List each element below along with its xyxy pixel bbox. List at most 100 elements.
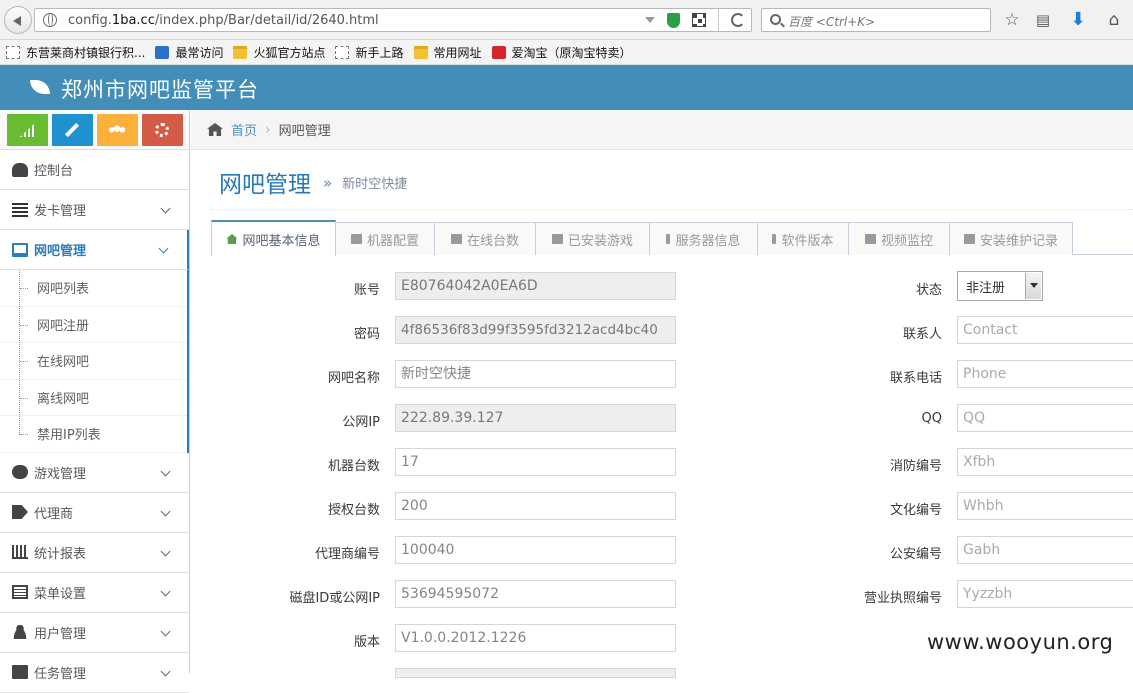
contact-field[interactable]: Contact bbox=[957, 316, 1133, 344]
settings-shortcut-button[interactable] bbox=[142, 114, 183, 146]
signal-icon bbox=[20, 123, 35, 137]
tasks-icon bbox=[12, 665, 28, 679]
sidebar-item-menu-settings[interactable]: 菜单设置 bbox=[0, 572, 189, 613]
bookmark-item[interactable]: 爱淘宝（原淘宝特卖） bbox=[491, 44, 632, 61]
qq-label: QQ bbox=[921, 411, 942, 426]
breadcrumb-separator: › bbox=[265, 121, 271, 138]
sidebar-subitem-banned-ip-list[interactable]: 禁用IP列表 bbox=[0, 416, 187, 453]
sidebar-item-label: 统计报表 bbox=[34, 546, 87, 562]
sidebar-item-user-management[interactable]: 用户管理 bbox=[0, 612, 189, 653]
video-camera-icon bbox=[864, 234, 876, 244]
chevron-down-icon bbox=[160, 203, 171, 214]
browser-toolbar: config.1ba.cc/index.php/Bar/detail/id/26… bbox=[0, 0, 1133, 40]
tab-online-count[interactable]: 在线台数 bbox=[434, 222, 536, 255]
bookmark-item[interactable]: 火狐官方站点 bbox=[233, 44, 325, 61]
next-field[interactable] bbox=[395, 668, 676, 678]
tab-server-info[interactable]: 服务器信息 bbox=[649, 222, 758, 255]
url-text[interactable]: config.1ba.cc/index.php/Bar/detail/id/26… bbox=[68, 13, 379, 28]
tab-maintenance-records[interactable]: 安装维护记录 bbox=[949, 222, 1073, 255]
page-icon bbox=[155, 45, 170, 59]
stats-shortcut-button[interactable] bbox=[7, 114, 48, 146]
sidebar-subitem-offline-netbar[interactable]: 离线网吧 bbox=[0, 380, 187, 416]
netbar-submenu: 网吧列表 网吧注册 在线网吧 离线网吧 禁用IP列表 bbox=[0, 270, 189, 453]
police-number-field[interactable]: Gabh bbox=[957, 536, 1133, 564]
tab-machine-config[interactable]: 机器配置 bbox=[335, 222, 435, 255]
business-license-label: 营业执照编号 bbox=[863, 591, 942, 606]
chevron-down-icon bbox=[158, 243, 169, 254]
download-icon[interactable]: ⬇ bbox=[1068, 10, 1088, 30]
version-field[interactable]: V1.0.0.2012.1226 bbox=[395, 624, 676, 652]
sidebar-item-netbar-management[interactable]: 网吧管理 bbox=[0, 230, 189, 270]
users-icon bbox=[108, 125, 126, 137]
disk-id-label: 磁盘ID或公网IP bbox=[289, 591, 380, 606]
star-icon[interactable]: ☆ bbox=[1002, 10, 1022, 30]
search-bar[interactable]: 百度 <Ctrl+K> bbox=[761, 8, 991, 32]
sidebar-subitem-netbar-list[interactable]: 网吧列表 bbox=[0, 270, 187, 307]
sidebar-item-card-management[interactable]: 发卡管理 bbox=[0, 190, 189, 230]
phone-label: 联系电话 bbox=[889, 371, 942, 386]
sidebar-subitem-netbar-register[interactable]: 网吧注册 bbox=[0, 307, 187, 343]
agent-number-field[interactable]: 100040 bbox=[395, 536, 676, 564]
app-title[interactable]: 郑州市网吧监管平台 bbox=[61, 74, 259, 104]
bookmark-item[interactable]: 东营莱商村镇银行积... bbox=[6, 44, 145, 61]
address-bar[interactable]: config.1ba.cc/index.php/Bar/detail/id/26… bbox=[34, 8, 752, 32]
chevron-down-icon bbox=[1025, 273, 1041, 299]
public-ip-field[interactable]: 222.89.39.127 bbox=[395, 404, 676, 432]
laptop-icon bbox=[450, 234, 462, 244]
sidebar-item-label: 任务管理 bbox=[34, 666, 87, 682]
reading-list-icon[interactable]: ▤ bbox=[1033, 10, 1053, 30]
sidebar-item-dashboard[interactable]: 控制台 bbox=[0, 150, 189, 190]
qq-field[interactable]: QQ bbox=[957, 404, 1133, 432]
edit-shortcut-button[interactable] bbox=[52, 114, 93, 146]
netbar-name-field[interactable]: 新时空快捷 bbox=[395, 360, 676, 388]
hdd-icon bbox=[350, 234, 362, 244]
tab-basic-info[interactable]: 网吧基本信息 bbox=[211, 220, 336, 256]
home-icon bbox=[207, 123, 223, 136]
contact-label: 联系人 bbox=[902, 327, 942, 342]
page-header: 网吧管理 » 新时空快捷 bbox=[211, 150, 1133, 210]
page-title: 网吧管理 bbox=[219, 172, 311, 198]
sidebar: 控制台 发卡管理 网吧管理 网吧列表 网吧注册 在线网吧 离线网吧 禁用IP列表… bbox=[0, 110, 190, 693]
shield-icon[interactable] bbox=[667, 12, 680, 28]
machine-count-label: 机器台数 bbox=[327, 459, 380, 474]
search-icon bbox=[770, 14, 781, 25]
machine-count-field[interactable]: 17 bbox=[395, 448, 676, 476]
sidebar-subitem-online-netbar[interactable]: 在线网吧 bbox=[0, 343, 187, 380]
disk-id-field[interactable]: 53694595072 bbox=[395, 580, 676, 608]
sidebar-item-game-management[interactable]: 游戏管理 bbox=[0, 452, 189, 493]
double-angle-right-icon: » bbox=[323, 174, 333, 192]
culture-number-label: 文化编号 bbox=[889, 503, 942, 518]
business-license-field[interactable]: Yyzzbh bbox=[957, 580, 1133, 608]
bookmark-item[interactable]: 新手上路 bbox=[335, 44, 404, 61]
users-shortcut-button[interactable] bbox=[97, 114, 138, 146]
back-button[interactable] bbox=[4, 6, 32, 34]
tab-installed-games[interactable]: 已安装游戏 bbox=[535, 222, 650, 255]
phone-field[interactable]: Phone bbox=[957, 360, 1133, 388]
refresh-icon[interactable] bbox=[731, 13, 745, 27]
sidebar-item-reports[interactable]: 统计报表 bbox=[0, 532, 189, 573]
bar-chart-icon bbox=[12, 545, 28, 559]
breadcrumb-home-link[interactable]: 首页 bbox=[231, 120, 257, 139]
home-icon[interactable]: ⌂ bbox=[1104, 10, 1124, 30]
cogs-icon bbox=[155, 123, 169, 137]
account-field[interactable]: E80764042A0EA6D bbox=[395, 272, 676, 300]
list-alt-icon bbox=[12, 585, 28, 599]
culture-number-field[interactable]: Whbh bbox=[957, 492, 1133, 520]
password-label: 密码 bbox=[353, 327, 380, 342]
gamepad-icon bbox=[551, 234, 563, 244]
fire-number-field[interactable]: Xfbh bbox=[957, 448, 1133, 476]
bookmark-item[interactable]: 常用网址 bbox=[413, 44, 482, 61]
licensed-count-field[interactable]: 200 bbox=[395, 492, 676, 520]
status-select-value: 非注册 bbox=[966, 281, 1006, 296]
chevron-down-icon bbox=[160, 586, 171, 596]
status-select[interactable]: 非注册 bbox=[957, 271, 1043, 301]
password-field[interactable]: 4f86536f83d99f3595fd3212acd4bc40 bbox=[395, 316, 676, 344]
bookmark-item[interactable]: 最常访问 bbox=[155, 44, 223, 61]
tag-icon bbox=[12, 505, 28, 519]
tab-software-version[interactable]: 软件版本 bbox=[757, 222, 849, 255]
tab-video-monitor[interactable]: 视频监控 bbox=[848, 222, 950, 255]
sidebar-item-agent[interactable]: 代理商 bbox=[0, 492, 189, 533]
url-dropdown-icon[interactable] bbox=[645, 17, 655, 23]
pencil-icon bbox=[64, 122, 80, 138]
qr-code-icon[interactable] bbox=[692, 13, 706, 27]
